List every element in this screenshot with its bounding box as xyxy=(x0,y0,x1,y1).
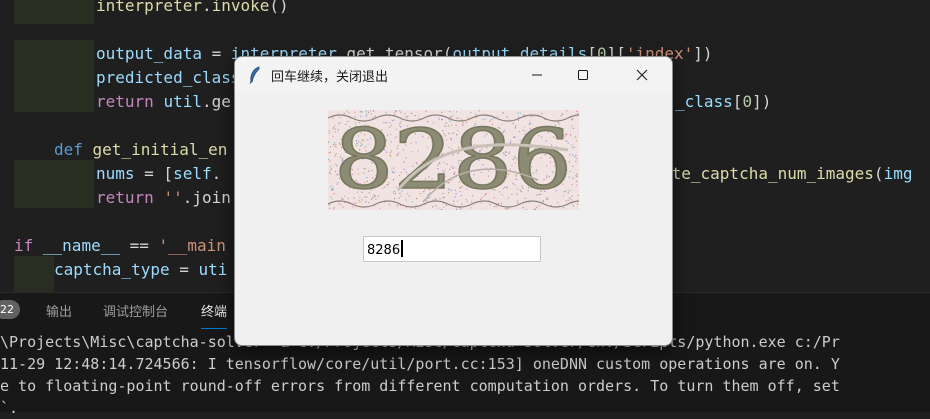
code-token: == xyxy=(120,236,159,255)
title-bar[interactable]: 回车继续，关闭退出 xyxy=(235,57,672,93)
captcha-image: 8286 xyxy=(328,110,579,210)
captcha-digits: 8286 xyxy=(334,113,572,208)
code-line: captcha_type = uti xyxy=(54,258,227,282)
window-title: 回车继续，关闭退出 xyxy=(271,66,388,85)
tab-debug-console[interactable]: 调试控制台 xyxy=(103,301,168,320)
indent-guide xyxy=(14,0,54,24)
code-token: predicted_class xyxy=(96,68,241,87)
code-token: ( xyxy=(874,164,884,183)
minimize-button[interactable] xyxy=(514,57,560,93)
code-line: predicted_class xyxy=(96,66,241,90)
tab-output[interactable]: 输出 xyxy=(46,301,72,320)
code-token: nums xyxy=(96,164,135,183)
code-token: '__main xyxy=(159,236,226,255)
code-token: ]) xyxy=(752,92,771,111)
indent-guide xyxy=(14,256,54,292)
code-token: = [ xyxy=(135,164,174,183)
code-token: interpreter.invoke xyxy=(96,0,269,15)
indent-guide xyxy=(54,160,94,208)
code-token: () xyxy=(269,0,288,15)
code-line: def get_initial_en xyxy=(54,138,227,162)
code-line: if __name__ == '__main xyxy=(14,234,226,258)
code-token: 0 xyxy=(742,92,752,111)
maximize-icon xyxy=(577,69,589,81)
code-token: uti xyxy=(199,260,228,279)
code-token: output_data xyxy=(96,44,202,63)
code-token: . xyxy=(212,164,222,183)
tk-feather-icon xyxy=(247,66,263,84)
code-token: get_initial_en xyxy=(93,140,228,159)
captcha-dialog-window[interactable]: 回车继续，关闭退出 8286 8286 xyxy=(234,56,673,346)
minimize-icon xyxy=(531,69,543,81)
code-token: = xyxy=(202,44,231,63)
code-token: _class xyxy=(675,92,733,111)
code-token: img xyxy=(884,164,913,183)
terminal-line: 11-29 12:48:14.724566: I tensorflow/core… xyxy=(0,353,840,375)
problems-count-badge[interactable]: 22 xyxy=(0,300,20,319)
indent-guide xyxy=(54,0,94,24)
code-token: captcha_type xyxy=(54,260,170,279)
code-line: ate_captcha_num_images(img xyxy=(662,162,912,186)
maximize-button[interactable] xyxy=(560,57,606,93)
terminal-line: `. xyxy=(0,397,18,419)
code-token: .ge xyxy=(202,92,231,111)
code-token: self xyxy=(173,164,212,183)
code-token: util xyxy=(163,92,202,111)
code-token: '' xyxy=(163,188,182,207)
close-icon xyxy=(636,69,648,81)
code-line: return util.ge xyxy=(96,90,231,114)
close-button[interactable] xyxy=(619,57,665,93)
code-token: = xyxy=(170,260,199,279)
code-line: _class[0]) xyxy=(675,90,771,114)
code-token: return xyxy=(96,188,163,207)
indent-guide xyxy=(54,40,94,112)
code-line: nums = [self. xyxy=(96,162,221,186)
text-caret xyxy=(401,240,403,257)
indent-guide xyxy=(14,40,54,112)
code-token: .join xyxy=(183,188,231,207)
terminal-line: e to floating-point round-off errors fro… xyxy=(0,375,840,397)
code-token: if xyxy=(14,236,43,255)
captcha-answer-input[interactable]: 8286 xyxy=(363,236,541,262)
code-token: __name__ xyxy=(43,236,120,255)
captcha-answer-value: 8286 xyxy=(367,243,400,258)
code-token: def xyxy=(54,140,93,159)
indent-guide xyxy=(14,160,54,208)
code-token: return xyxy=(96,92,163,111)
code-line: interpreter.invoke() xyxy=(96,0,289,18)
code-line: return ''.join xyxy=(96,186,231,210)
tab-terminal[interactable]: 终端 xyxy=(201,301,227,320)
code-token: ate_captcha_num_images xyxy=(662,164,874,183)
code-token: [ xyxy=(733,92,743,111)
code-token: ]) xyxy=(693,44,712,63)
